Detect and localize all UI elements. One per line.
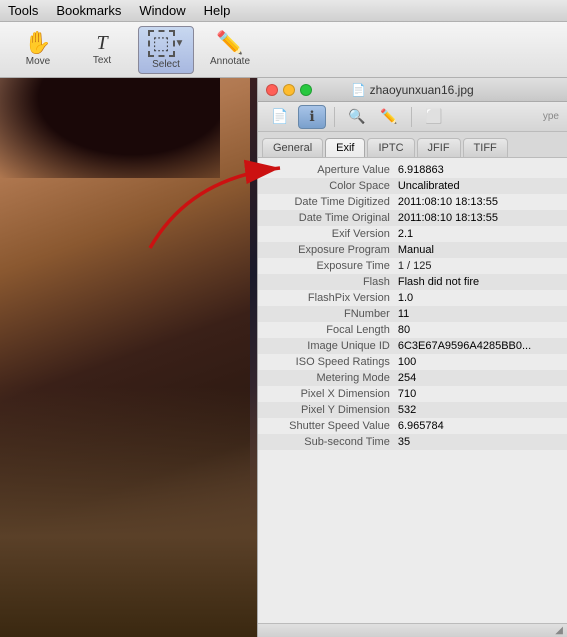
panel-titlebar: 📄 zhaoyunxuan16.jpg [258,78,567,102]
exif-key: FlashPix Version [266,292,398,304]
exif-value: 2.1 [398,228,559,240]
exif-key: Metering Mode [266,372,398,384]
exif-key: Pixel Y Dimension [266,404,398,416]
panel-tabs: General Exif IPTC JFIF TIFF [258,132,567,158]
menu-window[interactable]: Window [139,3,185,18]
exif-key: Aperture Value [266,164,398,176]
exif-value: 532 [398,404,559,416]
menu-tools[interactable]: Tools [8,3,38,18]
exif-row: Flash Flash did not fire [258,274,567,290]
exif-key: Sub-second Time [266,436,398,448]
exif-row: Exposure Time 1 / 125 [258,258,567,274]
toolbar-separator-2 [411,107,412,127]
panel-more-icon[interactable]: ⬜ [420,105,448,129]
exif-row: Metering Mode 254 [258,370,567,386]
exif-value: Uncalibrated [398,180,559,192]
panel-type-label: ype [543,111,559,122]
panel-title: 📄 zhaoyunxuan16.jpg [351,83,473,97]
move-label: Move [26,56,50,67]
main-area: 📄 zhaoyunxuan16.jpg 📄 ℹ 🔍 ✏️ ⬜ ype Gener… [0,78,567,637]
select-tool[interactable]: ⬚ ▼ Select [138,26,194,74]
menu-bookmarks[interactable]: Bookmarks [56,3,121,18]
exif-row: Exposure Program Manual [258,242,567,258]
exif-key: Color Space [266,180,398,192]
exif-key: Image Unique ID [266,340,398,352]
exif-value: 35 [398,436,559,448]
exif-data-scroll[interactable]: Aperture Value 6.918863 Color Space Unca… [258,158,567,623]
menu-help[interactable]: Help [204,3,231,18]
text-tool[interactable]: T Text [74,26,130,74]
tab-iptc[interactable]: IPTC [367,138,414,157]
exif-key: Date Time Digitized [266,196,398,208]
annotate-icon: ✏️ [216,32,243,54]
annotate-tool[interactable]: ✏️ Annotate [202,26,258,74]
exif-row: Sub-second Time 35 [258,434,567,450]
exif-row: Color Space Uncalibrated [258,178,567,194]
exif-value: 6C3E67A9596A4285BB0... [398,340,559,352]
exif-key: ISO Speed Ratings [266,356,398,368]
exif-row: Pixel X Dimension 710 [258,386,567,402]
move-icon: ✋ [24,32,51,54]
annotate-label: Annotate [210,56,250,67]
exif-value: 1.0 [398,292,559,304]
panel-info-icon[interactable]: ℹ [298,105,326,129]
exif-value: 1 / 125 [398,260,559,272]
exif-key: Exposure Program [266,244,398,256]
tab-exif[interactable]: Exif [325,138,365,157]
exif-value: 2011:08:10 18:13:55 [398,212,559,224]
menu-bar: Tools Bookmarks Window Help [0,0,567,22]
exif-value: 2011:08:10 18:13:55 [398,196,559,208]
panel-search-icon[interactable]: 🔍 [343,105,371,129]
minimize-button[interactable] [283,84,295,96]
exif-value: 100 [398,356,559,368]
exif-row: FNumber 11 [258,306,567,322]
exif-row: Focal Length 80 [258,322,567,338]
panel-file-icon[interactable]: 📄 [266,105,294,129]
exif-value: 80 [398,324,559,336]
tab-tiff[interactable]: TIFF [463,138,508,157]
exif-key: Exif Version [266,228,398,240]
exif-key: Pixel X Dimension [266,388,398,400]
exif-row: Date Time Original 2011:08:10 18:13:55 [258,210,567,226]
toolbar-separator [334,107,335,127]
exif-value: 6.918863 [398,164,559,176]
text-label: Text [93,55,111,66]
maximize-button[interactable] [300,84,312,96]
resize-handle: ◢ [555,625,563,636]
panel-icon-toolbar: 📄 ℹ 🔍 ✏️ ⬜ ype [258,102,567,132]
exif-row: Pixel Y Dimension 532 [258,402,567,418]
toolbar: ✋ Move T Text ⬚ ▼ Select ✏️ Annotate [0,22,567,78]
exif-key: FNumber [266,308,398,320]
exif-key: Date Time Original [266,212,398,224]
exif-value: 254 [398,372,559,384]
exif-row: FlashPix Version 1.0 [258,290,567,306]
exif-value: Manual [398,244,559,256]
move-tool[interactable]: ✋ Move [10,26,66,74]
text-icon: T [96,33,107,53]
select-icon-group: ⬚ ▼ [148,30,185,57]
panel-bottom: ◢ [258,623,567,637]
exif-row: Exif Version 2.1 [258,226,567,242]
select-label: Select [152,59,180,70]
tab-jfif[interactable]: JFIF [417,138,461,157]
exif-row: Aperture Value 6.918863 [258,162,567,178]
info-panel: 📄 zhaoyunxuan16.jpg 📄 ℹ 🔍 ✏️ ⬜ ype Gener… [257,78,567,637]
exif-row: Date Time Digitized 2011:08:10 18:13:55 [258,194,567,210]
tab-general[interactable]: General [262,138,323,157]
exif-value: 710 [398,388,559,400]
exif-key: Flash [266,276,398,288]
exif-key: Exposure Time [266,260,398,272]
panel-edit-icon[interactable]: ✏️ [375,105,403,129]
exif-row: Shutter Speed Value 6.965784 [258,418,567,434]
close-button[interactable] [266,84,278,96]
exif-row: ISO Speed Ratings 100 [258,354,567,370]
exif-value: 6.965784 [398,420,559,432]
exif-value: Flash did not fire [398,276,559,288]
exif-key: Shutter Speed Value [266,420,398,432]
window-controls [266,84,312,96]
exif-row: Image Unique ID 6C3E67A9596A4285BB0... [258,338,567,354]
exif-key: Focal Length [266,324,398,336]
exif-value: 11 [398,308,559,320]
